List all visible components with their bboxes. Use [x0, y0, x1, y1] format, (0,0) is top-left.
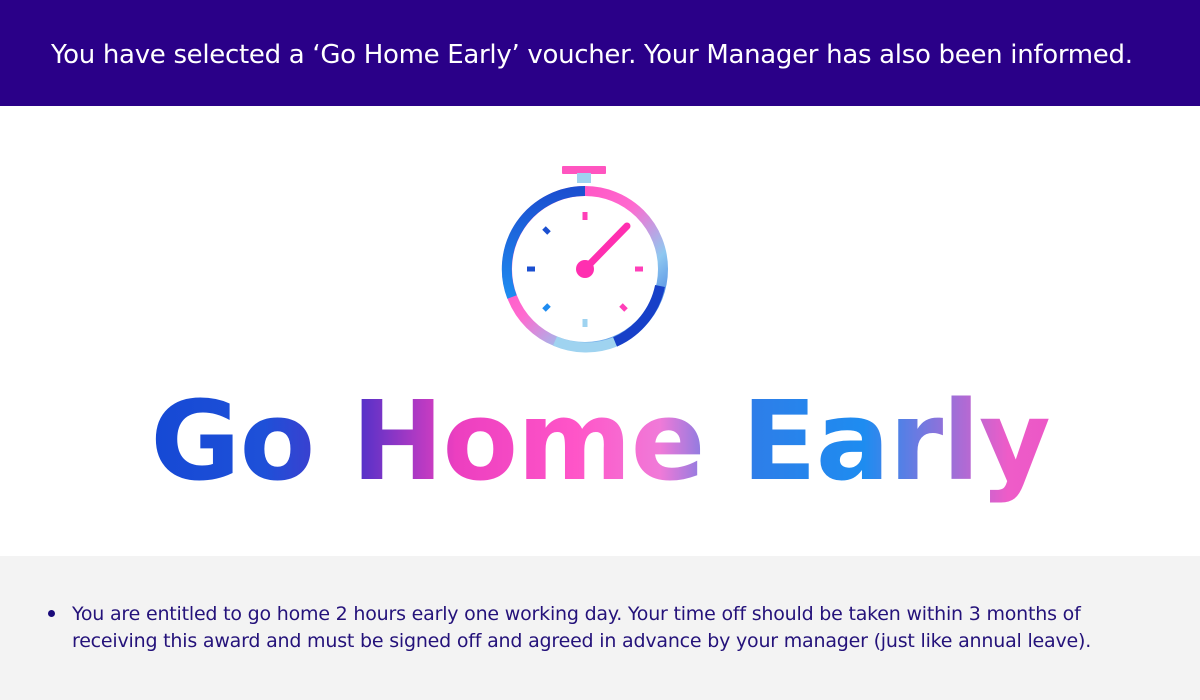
- confirmation-message: You have selected a ‘Go Home Early’ vouc…: [51, 40, 1133, 70]
- bullet-icon: [48, 610, 55, 617]
- detail-text: You are entitled to go home 2 hours earl…: [72, 603, 1092, 652]
- confirmation-banner: You have selected a ‘Go Home Early’ vouc…: [0, 0, 1200, 106]
- voucher-title: Go Home Early: [0, 376, 1200, 506]
- voucher-details: You are entitled to go home 2 hours earl…: [0, 556, 1200, 700]
- voucher-hero: Go Home Early: [0, 106, 1200, 556]
- stopwatch-icon: [501, 166, 668, 353]
